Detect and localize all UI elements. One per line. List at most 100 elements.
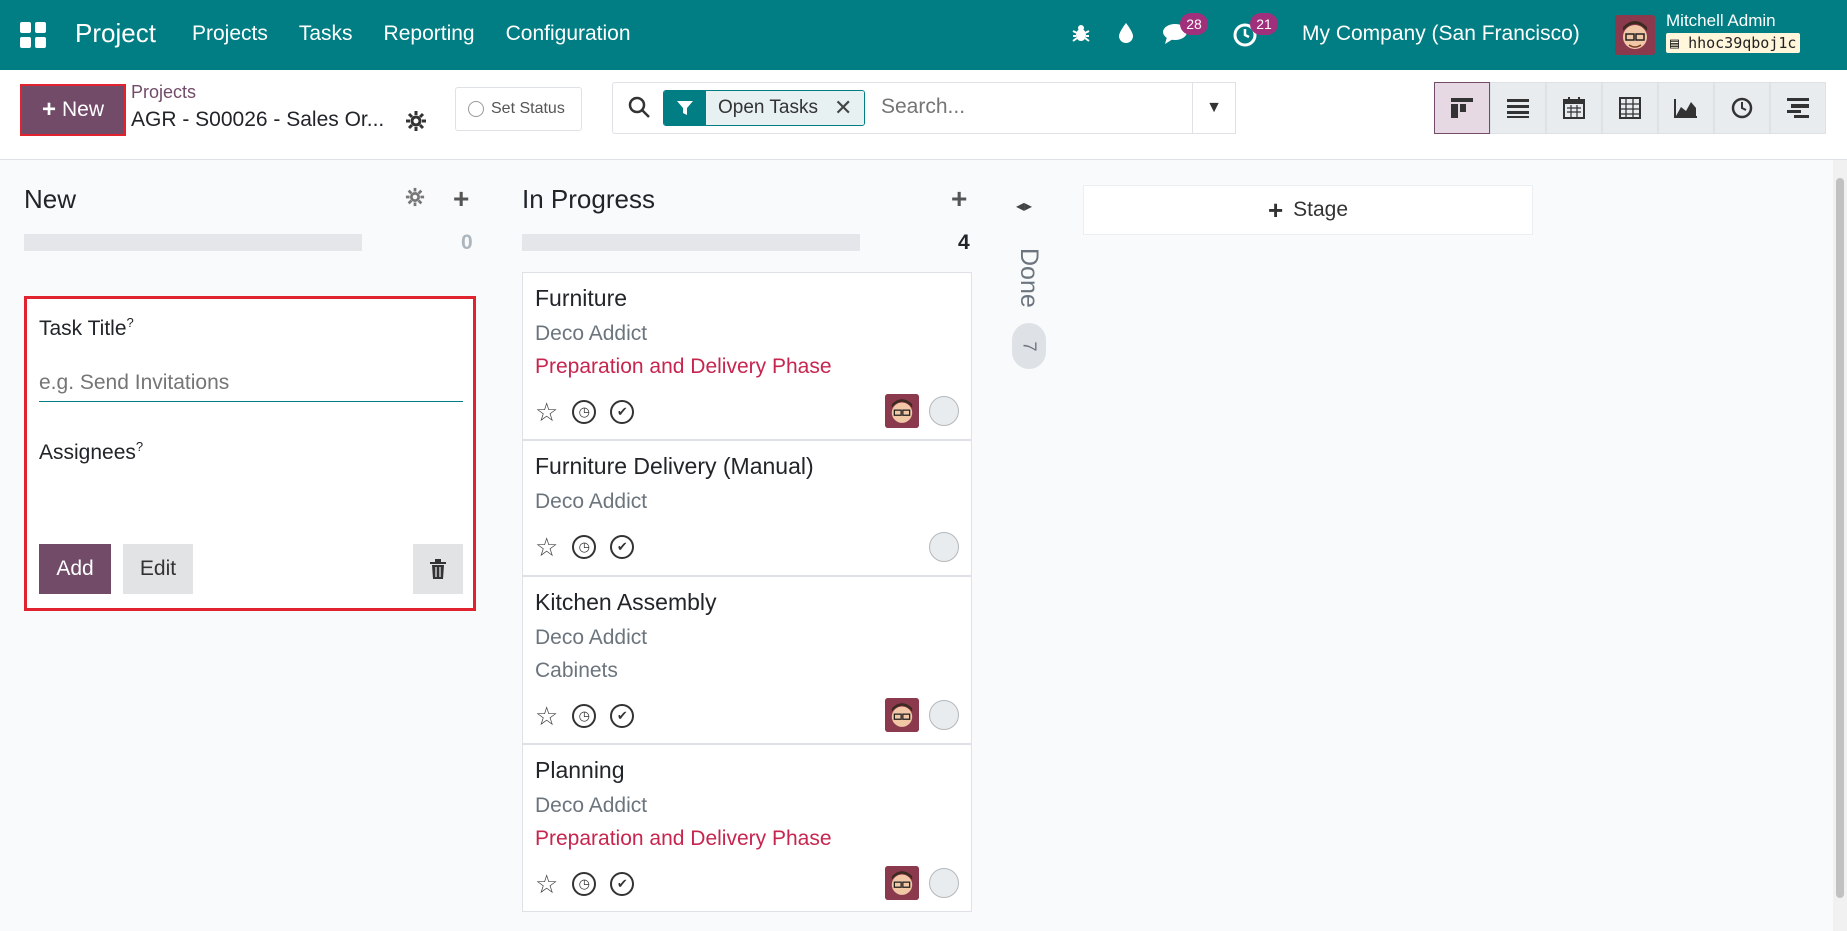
database-icon: ▤ bbox=[1670, 34, 1680, 52]
gear-icon[interactable] bbox=[405, 110, 427, 138]
caret-down-icon: ▼ bbox=[1206, 99, 1222, 116]
gantt-view-button[interactable] bbox=[1770, 82, 1826, 134]
assignee-avatar[interactable] bbox=[885, 698, 919, 732]
column-quick-add-plus-icon[interactable]: + bbox=[453, 183, 469, 215]
breadcrumb-parent[interactable]: Projects bbox=[131, 82, 196, 103]
add-stage-label: Stage bbox=[1293, 198, 1349, 221]
filter-icon bbox=[664, 91, 706, 125]
kanban-card[interactable]: Planning Deco Addict Preparation and Del… bbox=[522, 744, 972, 912]
kanban-card[interactable]: Furniture Delivery (Manual) Deco Addict … bbox=[522, 440, 972, 576]
plus-icon: + bbox=[1267, 194, 1284, 225]
kanban-icon bbox=[1451, 98, 1473, 118]
folded-column-title[interactable]: Done bbox=[1013, 248, 1043, 308]
add-stage-button[interactable]: + Stage bbox=[1083, 185, 1533, 235]
folded-column-count: 7 bbox=[1012, 323, 1046, 369]
database-chip: ▤ hhoc39qboj1c bbox=[1666, 33, 1801, 53]
clock-icon bbox=[1731, 97, 1753, 119]
kanban-state-indicator[interactable] bbox=[929, 396, 959, 426]
gantt-icon bbox=[1787, 98, 1809, 118]
theme-drop-icon[interactable] bbox=[1117, 22, 1135, 50]
facet-close-icon[interactable]: ✕ bbox=[834, 95, 852, 121]
assignees-input[interactable] bbox=[39, 474, 463, 514]
company-switcher[interactable]: My Company (San Francisco) bbox=[1302, 22, 1580, 46]
calendar-view-button[interactable] bbox=[1546, 82, 1602, 134]
activity-clock-icon[interactable]: ◷ bbox=[572, 872, 597, 896]
activity-clock-icon[interactable]: ◷ bbox=[572, 400, 597, 424]
task-title-input[interactable] bbox=[39, 364, 463, 402]
kanban-view-button[interactable] bbox=[1434, 82, 1490, 134]
column-progress-bar[interactable] bbox=[24, 234, 362, 251]
assignee-avatar[interactable] bbox=[885, 866, 919, 900]
card-partner: Deco Addict bbox=[535, 794, 648, 817]
column-count: 4 bbox=[958, 231, 970, 254]
task-title-label: Task Title? bbox=[39, 315, 134, 340]
new-button-label: New bbox=[62, 98, 105, 121]
discard-trash-icon[interactable] bbox=[413, 544, 463, 594]
search-input[interactable] bbox=[881, 95, 1181, 119]
checklist-check-icon[interactable]: ✔ bbox=[610, 872, 635, 896]
help-tooltip-mark[interactable]: ? bbox=[136, 439, 143, 454]
set-status-label: Set Status bbox=[491, 100, 565, 117]
card-partner: Deco Addict bbox=[535, 490, 648, 513]
activity-clock-icon[interactable]: ◷ bbox=[572, 704, 597, 728]
edit-button[interactable]: Edit bbox=[123, 544, 193, 594]
column-settings-gear-icon[interactable] bbox=[405, 187, 425, 213]
menu-item-configuration[interactable]: Configuration bbox=[506, 22, 631, 46]
column-title-new[interactable]: New bbox=[24, 184, 76, 215]
activity-clock-icon[interactable]: ◷ bbox=[572, 535, 597, 559]
priority-star-icon[interactable]: ☆ bbox=[535, 534, 558, 560]
column-quick-add-plus-icon[interactable]: + bbox=[951, 183, 967, 215]
search-options-dropdown[interactable]: ▼ bbox=[1192, 82, 1236, 134]
menu-item-tasks[interactable]: Tasks bbox=[299, 22, 353, 46]
add-button[interactable]: Add bbox=[39, 544, 111, 594]
card-tag: Preparation and Delivery Phase bbox=[535, 827, 832, 850]
menu-item-reporting[interactable]: Reporting bbox=[384, 22, 475, 46]
priority-star-icon[interactable]: ☆ bbox=[535, 871, 558, 897]
graph-view-button[interactable] bbox=[1658, 82, 1714, 134]
list-icon bbox=[1507, 99, 1529, 118]
list-view-button[interactable] bbox=[1490, 82, 1546, 134]
set-status-button[interactable]: Set Status bbox=[455, 87, 582, 131]
user-name[interactable]: Mitchell Admin bbox=[1666, 11, 1776, 31]
menu-item-projects[interactable]: Projects bbox=[192, 22, 268, 46]
kanban-card[interactable]: Kitchen Assembly Deco Addict Cabinets ☆ … bbox=[522, 576, 972, 744]
facet-label: Open Tasks bbox=[718, 97, 818, 118]
app-brand[interactable]: Project bbox=[75, 18, 156, 49]
vertical-scrollbar[interactable] bbox=[1833, 160, 1847, 931]
assignees-label: Assignees? bbox=[39, 439, 144, 464]
messages-count-badge: 28 bbox=[1180, 13, 1208, 35]
new-button[interactable]: + New bbox=[20, 84, 126, 136]
search-bar: Open Tasks ✕ bbox=[612, 82, 1235, 134]
checklist-check-icon[interactable]: ✔ bbox=[610, 704, 635, 728]
search-icon[interactable] bbox=[627, 95, 651, 126]
user-avatar[interactable] bbox=[1615, 15, 1655, 55]
kanban-card[interactable]: Furniture Deco Addict Preparation and De… bbox=[522, 272, 972, 440]
checklist-check-icon[interactable]: ✔ bbox=[610, 400, 635, 424]
fold-toggle-arrows-icon[interactable]: ◂▸ bbox=[1016, 196, 1032, 216]
column-progress-bar[interactable] bbox=[522, 234, 860, 251]
kanban-state-indicator[interactable] bbox=[929, 700, 959, 730]
kanban-state-indicator[interactable] bbox=[929, 532, 959, 562]
priority-star-icon[interactable]: ☆ bbox=[535, 399, 558, 425]
area-chart-icon bbox=[1674, 99, 1697, 118]
breadcrumb-current: AGR - S00026 - Sales Or... bbox=[131, 108, 385, 131]
pivot-view-button[interactable] bbox=[1602, 82, 1658, 134]
priority-star-icon[interactable]: ☆ bbox=[535, 703, 558, 729]
card-tag: Preparation and Delivery Phase bbox=[535, 355, 832, 378]
activity-view-button[interactable] bbox=[1714, 82, 1770, 134]
card-title: Furniture Delivery (Manual) bbox=[535, 453, 814, 479]
plus-icon: + bbox=[41, 96, 56, 123]
apps-menu-icon[interactable] bbox=[20, 22, 46, 48]
help-tooltip-mark[interactable]: ? bbox=[127, 315, 134, 330]
card-title: Furniture bbox=[535, 285, 628, 311]
debug-bug-icon[interactable] bbox=[1070, 22, 1092, 50]
calendar-icon bbox=[1563, 97, 1585, 119]
assignee-avatar[interactable] bbox=[885, 394, 919, 428]
control-panel: + New Projects AGR - S00026 - Sales Or..… bbox=[0, 70, 1847, 160]
main-menu: Projects Tasks Reporting Configuration bbox=[192, 22, 662, 46]
column-title-in-progress[interactable]: In Progress bbox=[522, 184, 655, 215]
card-partner: Deco Addict bbox=[535, 322, 648, 345]
kanban-state-indicator[interactable] bbox=[929, 868, 959, 898]
scrollbar-thumb[interactable] bbox=[1836, 178, 1844, 898]
checklist-check-icon[interactable]: ✔ bbox=[610, 535, 635, 559]
